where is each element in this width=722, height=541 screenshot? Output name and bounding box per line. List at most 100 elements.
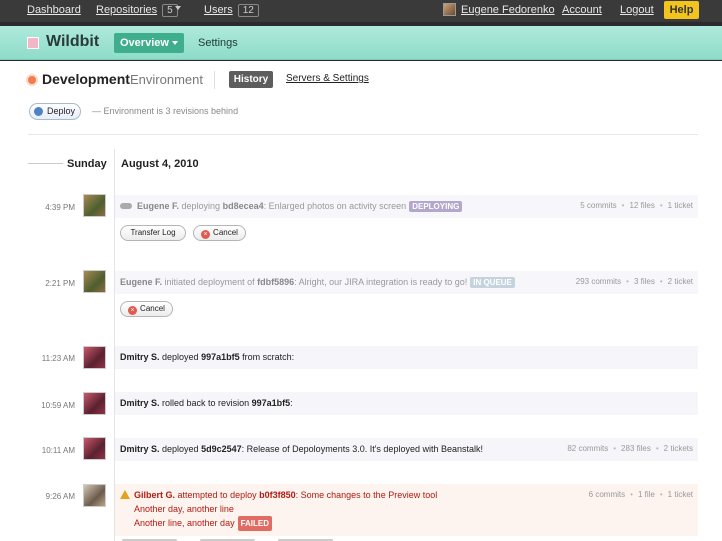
- user-avatar[interactable]: [443, 3, 456, 16]
- event-stats: 6 commits • 1 file • 1 ticket: [588, 490, 693, 499]
- avatar[interactable]: [83, 270, 106, 293]
- event-time: 10:59 AM: [41, 401, 75, 410]
- event-revision[interactable]: b0f3f850: [259, 490, 296, 500]
- divider: [214, 71, 215, 89]
- chevron-down-icon[interactable]: [172, 41, 178, 45]
- deployment-row-failed[interactable]: Gilbert G. attempted to deploy b0f3f850:…: [115, 484, 698, 536]
- avatar[interactable]: [83, 194, 106, 217]
- event-action: deployed: [162, 444, 199, 454]
- event-time: 4:39 PM: [45, 203, 75, 212]
- event-description: Dmitry S. rolled back to revision 997a1b…: [120, 398, 293, 408]
- event-action: rolled back to revision: [162, 398, 250, 408]
- event-stats: 293 commits • 3 files • 2 ticket: [575, 277, 693, 286]
- help-button[interactable]: Help: [664, 1, 699, 19]
- event-user[interactable]: Eugene F.: [137, 201, 179, 211]
- files-count[interactable]: 3 files: [634, 277, 655, 286]
- event-user[interactable]: Dmitry S.: [120, 352, 160, 362]
- tab-servers-settings[interactable]: Servers & Settings: [286, 73, 369, 84]
- event-description: Dmitry S. deployed 997a1bf5 from scratch…: [120, 352, 294, 362]
- event-revision[interactable]: 997a1bf5: [252, 398, 291, 408]
- avatar[interactable]: [83, 484, 106, 507]
- status-badge: IN QUEUE: [470, 277, 515, 288]
- event-revision[interactable]: bd8ecea4: [223, 201, 264, 211]
- divider: [28, 163, 63, 164]
- top-navigation-bar: Dashboard Repositories 5 Users 12 Eugene F…: [0, 0, 722, 22]
- deploy-button[interactable]: Deploy: [29, 103, 81, 120]
- overview-tab[interactable]: Overview: [114, 33, 184, 53]
- event-stats: 5 commits • 12 files • 1 ticket: [580, 201, 693, 210]
- event-message-line: Another day, another line: [134, 504, 234, 514]
- tickets-count[interactable]: 2 tickets: [664, 444, 693, 453]
- event-description: Eugene F. deploying bd8ecea4: Enlarged p…: [120, 201, 463, 212]
- event-description: Gilbert G. attempted to deploy b0f3f850:…: [120, 490, 437, 500]
- environment-status-icon: [28, 76, 36, 84]
- nav-users-link[interactable]: Users 12: [204, 4, 259, 17]
- event-revision[interactable]: fdbf5896: [257, 277, 294, 287]
- event-message: :: [290, 398, 293, 408]
- commits-count[interactable]: 82 commits: [567, 444, 608, 453]
- account-link[interactable]: Account: [562, 4, 602, 16]
- commits-count[interactable]: 5 commits: [580, 201, 616, 210]
- main-content: Development Environment History Servers …: [0, 61, 722, 541]
- event-message-line: Another line, another day: [134, 518, 235, 528]
- files-count[interactable]: 283 files: [621, 444, 651, 453]
- project-title[interactable]: Wildbit: [46, 33, 99, 51]
- event-user[interactable]: Dmitry S.: [120, 398, 160, 408]
- event-action: deployed: [162, 352, 199, 362]
- event-description: Dmitry S. deployed 5d9c2547: Release of …: [120, 444, 483, 454]
- event-time: 9:26 AM: [45, 492, 75, 501]
- deployment-row[interactable]: Dmitry S. rolled back to revision 997a1b…: [115, 392, 698, 415]
- deploy-button-label: Deploy: [47, 106, 76, 116]
- cancel-button[interactable]: × Cancel: [193, 225, 246, 241]
- event-message: from scratch:: [242, 352, 295, 362]
- event-user[interactable]: Gilbert G.: [134, 490, 175, 500]
- nav-users-label[interactable]: Users: [204, 4, 233, 16]
- tab-history[interactable]: History: [229, 71, 273, 88]
- user-name-link[interactable]: Eugene Fedorenko: [461, 4, 555, 16]
- event-revision[interactable]: 5d9c2547: [201, 444, 242, 454]
- event-action: deploying: [181, 201, 221, 211]
- cancel-button[interactable]: × Cancel: [120, 301, 173, 317]
- environment-status-text: — Environment is 3 revisions behind: [92, 106, 239, 116]
- avatar[interactable]: [83, 346, 106, 369]
- project-bar: Wildbit Overview Settings: [0, 26, 722, 60]
- commits-count[interactable]: 6 commits: [589, 490, 625, 499]
- event-time: 11:23 AM: [41, 354, 75, 363]
- event-action: initiated deployment of: [164, 277, 255, 287]
- deployment-row[interactable]: Eugene F. initiated deployment of fdbf58…: [115, 271, 698, 294]
- event-user[interactable]: Eugene F.: [120, 277, 162, 287]
- overview-tab-label: Overview: [120, 37, 169, 49]
- event-time: 10:11 AM: [41, 446, 75, 455]
- avatar[interactable]: [83, 392, 106, 415]
- event-time: 2:21 PM: [45, 279, 75, 288]
- avatar[interactable]: [83, 437, 106, 460]
- deployment-row[interactable]: Eugene F. deploying bd8ecea4: Enlarged p…: [115, 195, 698, 218]
- commits-count[interactable]: 293 commits: [576, 277, 621, 286]
- event-stats: 82 commits • 283 files • 2 tickets: [567, 444, 693, 453]
- tickets-count[interactable]: 2 ticket: [668, 277, 693, 286]
- files-count[interactable]: 1 file: [638, 490, 655, 499]
- event-revision[interactable]: 997a1bf5: [201, 352, 240, 362]
- cloud-icon: [120, 203, 132, 209]
- cancel-button-label: Cancel: [213, 228, 238, 237]
- deployment-row[interactable]: Dmitry S. deployed 997a1bf5 from scratch…: [115, 346, 698, 369]
- event-user[interactable]: Dmitry S.: [120, 444, 160, 454]
- close-icon: ×: [201, 230, 211, 239]
- tickets-count[interactable]: 1 ticket: [668, 201, 693, 210]
- close-icon: ×: [128, 306, 138, 315]
- repositories-dropdown-icon[interactable]: [175, 6, 181, 10]
- nav-dashboard-link[interactable]: Dashboard: [27, 4, 81, 16]
- event-message-extra: Another day, another line Another line, …: [134, 503, 273, 531]
- event-description: Eugene F. initiated deployment of fdbf58…: [120, 277, 515, 288]
- files-count[interactable]: 12 files: [629, 201, 654, 210]
- nav-repositories-label[interactable]: Repositories: [96, 4, 157, 16]
- logout-link[interactable]: Logout: [620, 4, 654, 16]
- deployment-row[interactable]: Dmitry S. deployed 5d9c2547: Release of …: [115, 438, 698, 461]
- event-message: : Some changes to the Preview tool: [295, 490, 438, 500]
- environment-name: Development: [42, 71, 130, 87]
- date-label: August 4, 2010: [121, 158, 199, 170]
- tickets-count[interactable]: 1 ticket: [668, 490, 693, 499]
- transfer-log-button[interactable]: Transfer Log: [120, 225, 186, 241]
- settings-tab[interactable]: Settings: [198, 37, 238, 49]
- nav-repositories-link[interactable]: Repositories 5: [96, 4, 178, 17]
